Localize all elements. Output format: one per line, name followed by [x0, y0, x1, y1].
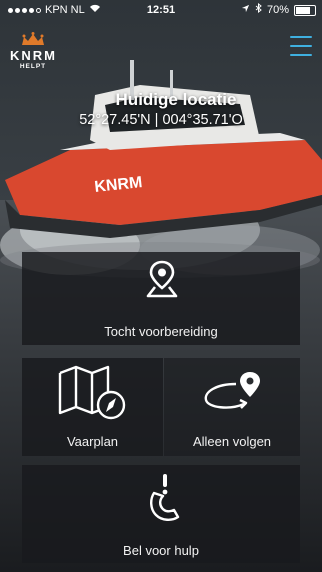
- status-right: 70%: [241, 0, 316, 20]
- bel-voor-hulp-button[interactable]: Bel voor hulp: [22, 465, 300, 563]
- location-coordinates: 52°27.45'N | 004°35.71'O: [79, 112, 243, 128]
- battery-percentage: 70%: [266, 4, 289, 16]
- location-arrow-icon: [241, 0, 250, 20]
- app-screen: KNRM KPN NL 12:51 70% KNRM HELPT Huidige…: [0, 0, 322, 572]
- bluetooth-icon: [255, 0, 262, 20]
- current-location: Huidige locatie 52°27.45'N | 004°35.71'O: [0, 90, 322, 128]
- battery-icon: [294, 4, 316, 16]
- phone-alert-icon: [146, 473, 186, 523]
- location-title: Huidige locatie: [115, 90, 237, 109]
- vaarplan-button[interactable]: Vaarplan: [22, 358, 163, 456]
- hamburger-menu-icon[interactable]: [290, 36, 312, 56]
- route-pin-icon: [202, 370, 264, 416]
- header-bar: KNRM HELPT: [0, 22, 322, 72]
- tile-label: Vaarplan: [66, 434, 119, 449]
- crown-icon: [22, 32, 44, 45]
- map-pin-icon: [145, 260, 179, 298]
- knrm-logo: KNRM HELPT: [10, 32, 57, 70]
- tocht-voorbereiding-button[interactable]: Tocht voorbereiding: [22, 252, 300, 345]
- tile-label: Alleen volgen: [192, 434, 272, 449]
- status-bar: KPN NL 12:51 70%: [0, 0, 322, 20]
- logo-text: KNRM: [10, 48, 57, 63]
- tile-label: Bel voor hulp: [123, 543, 199, 558]
- tile-label: Tocht voorbereiding: [104, 324, 218, 339]
- alleen-volgen-button[interactable]: Alleen volgen: [164, 358, 300, 456]
- logo-subtext: HELPT: [19, 63, 47, 70]
- map-compass-icon: [56, 363, 132, 421]
